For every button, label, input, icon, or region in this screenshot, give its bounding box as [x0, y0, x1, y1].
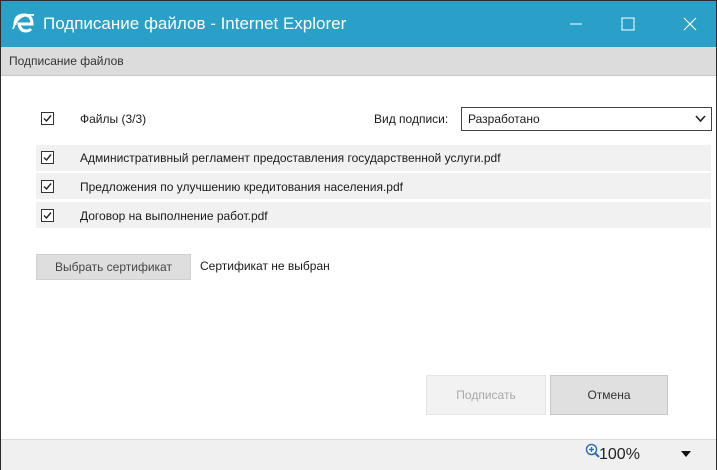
select-certificate-button[interactable]: Выбрать сертификат [36, 254, 191, 280]
window-title: Подписание файлов - Internet Explorer [43, 14, 347, 33]
file-name: Административный регламент предоставлени… [80, 151, 501, 165]
checkmark-icon [43, 212, 52, 220]
cancel-button[interactable]: Отмена [550, 375, 668, 415]
maximize-icon [621, 17, 635, 31]
file-checkbox[interactable] [41, 151, 54, 164]
close-button[interactable] [667, 1, 713, 47]
signature-type-label: Вид подписи: [374, 112, 449, 126]
status-bar: 100% [1, 439, 716, 470]
minimize-button[interactable] [553, 1, 599, 47]
checkmark-icon [43, 183, 52, 191]
signature-type-value: Разработано [468, 112, 540, 126]
minimize-icon [570, 23, 582, 25]
internet-explorer-icon [12, 13, 35, 33]
file-name: Договор на выполнение работ.pdf [80, 209, 268, 223]
certificate-status: Сертификат не выбран [200, 259, 330, 273]
browser-window: Подписание файлов - Internet Explorer По… [0, 0, 717, 470]
page-header-bar: Подписание файлов [1, 47, 716, 76]
checkmark-icon [43, 115, 52, 123]
signature-type-select[interactable]: Разработано [461, 107, 712, 131]
file-checkbox[interactable] [41, 209, 54, 222]
sign-button[interactable]: Подписать [426, 375, 546, 415]
chevron-down-icon [695, 115, 706, 123]
close-icon [683, 17, 697, 31]
checkmark-icon [43, 154, 52, 162]
files-count-label: Файлы (3/3) [80, 112, 147, 126]
zoom-dropdown-icon[interactable] [681, 451, 691, 458]
select-all-checkbox[interactable] [41, 112, 54, 125]
zoom-level[interactable]: 100% [599, 446, 640, 464]
maximize-button[interactable] [605, 1, 651, 47]
file-name: Предложения по улучшению кредитования на… [80, 180, 403, 194]
page-header-label: Подписание файлов [9, 54, 124, 68]
file-checkbox[interactable] [41, 180, 54, 193]
title-bar: Подписание файлов - Internet Explorer [1, 1, 716, 47]
